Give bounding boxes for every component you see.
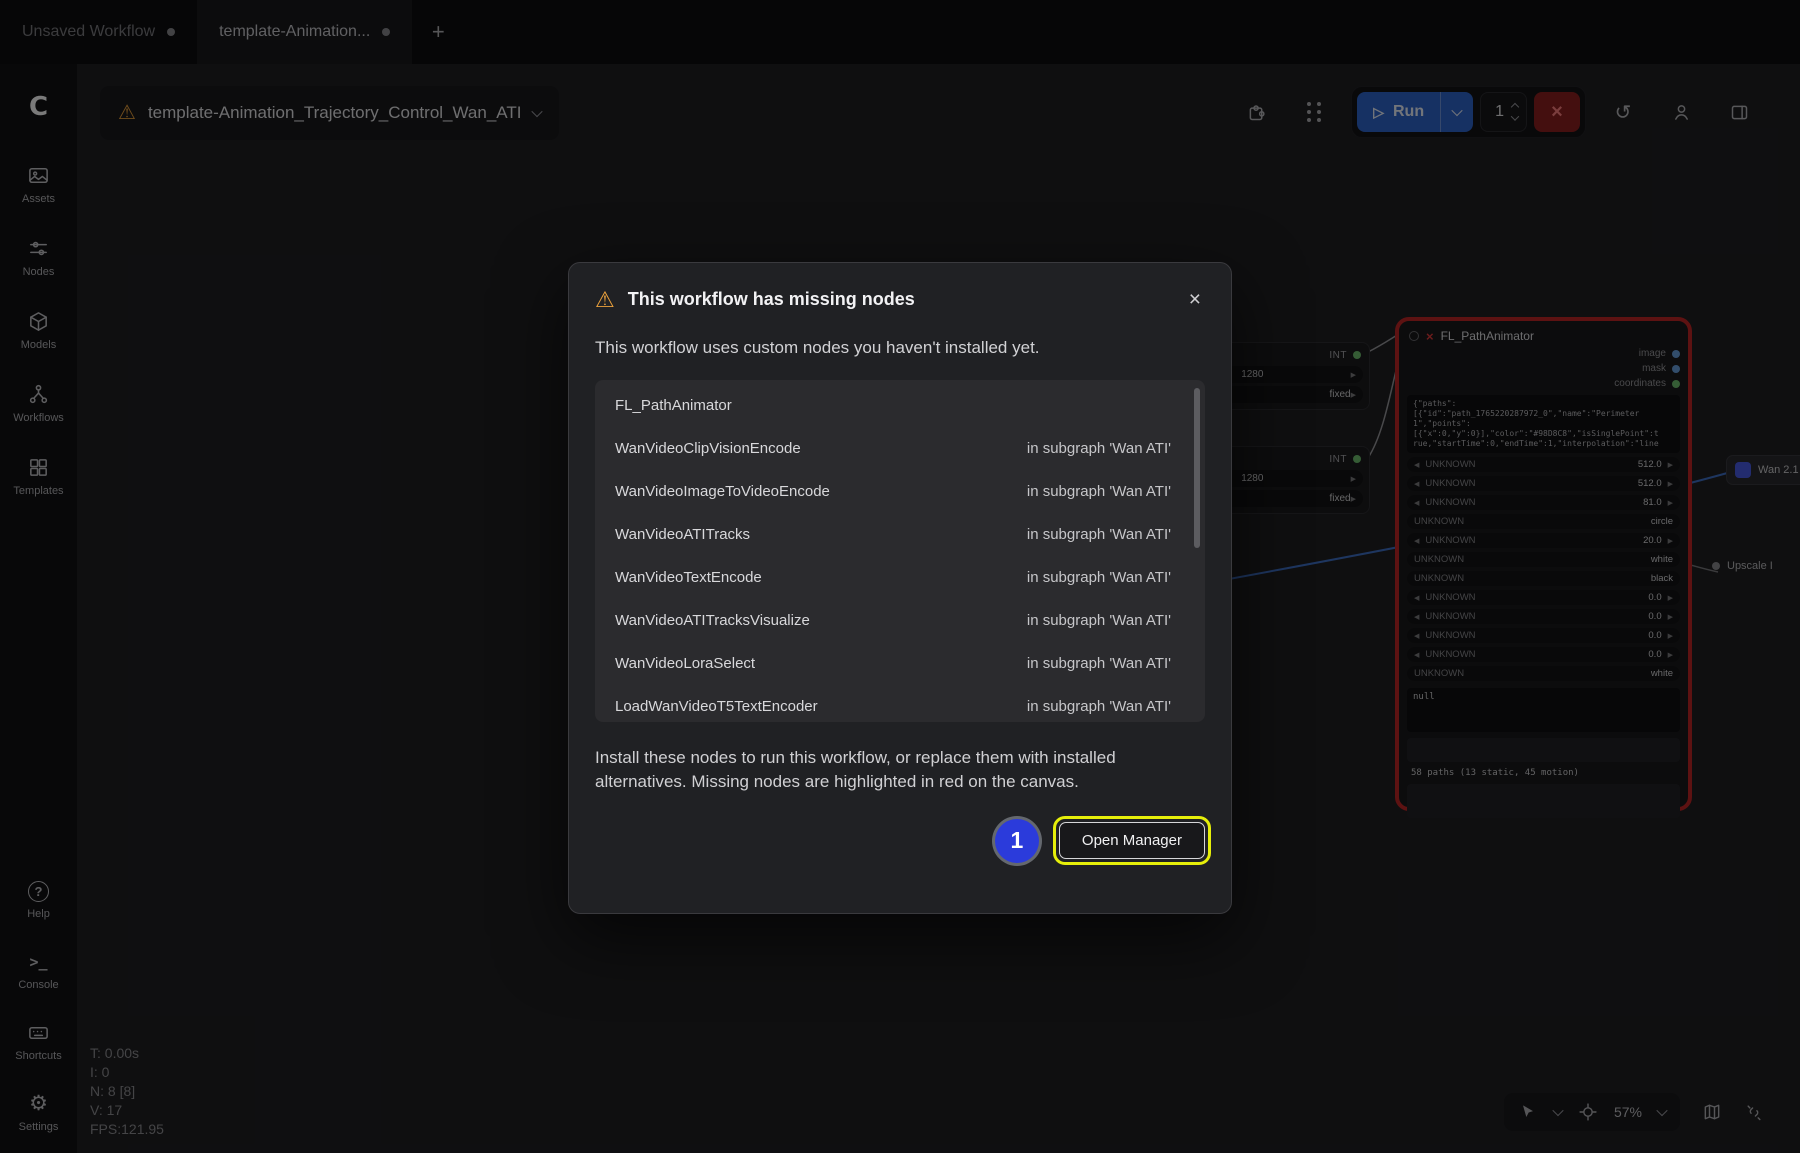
dialog-description: This workflow uses custom nodes you have… (595, 338, 1205, 358)
missing-node-location: in subgraph 'Wan ATI' (1027, 612, 1171, 629)
missing-node-row: WanVideoImageToVideoEncode in subgraph '… (595, 470, 1205, 513)
missing-node-location: in subgraph 'Wan ATI' (1027, 440, 1171, 457)
missing-node-row: LoadWanVideoT5TextEncoder in subgraph 'W… (595, 685, 1205, 722)
annotation-badge-1: 1 (995, 819, 1039, 863)
missing-node-name: LoadWanVideoT5TextEncoder (615, 698, 1027, 715)
missing-node-name: WanVideoATITracks (615, 526, 1027, 543)
missing-node-row: WanVideoATITracksVisualize in subgraph '… (595, 599, 1205, 642)
missing-nodes-dialog: ⚠ This workflow has missing nodes × This… (568, 262, 1232, 914)
missing-node-location: in subgraph 'Wan ATI' (1027, 483, 1171, 500)
missing-node-row: WanVideoClipVisionEncode in subgraph 'Wa… (595, 427, 1205, 470)
missing-node-row: FL_PathAnimator (595, 384, 1205, 427)
warning-icon: ⚠ (595, 289, 615, 311)
missing-node-location: in subgraph 'Wan ATI' (1027, 526, 1171, 543)
missing-node-name: WanVideoLoraSelect (615, 655, 1027, 672)
missing-node-name: WanVideoTextEncode (615, 569, 1027, 586)
missing-node-name: WanVideoImageToVideoEncode (615, 483, 1027, 500)
missing-node-location: in subgraph 'Wan ATI' (1027, 698, 1171, 715)
missing-node-row: WanVideoLoraSelect in subgraph 'Wan ATI' (595, 642, 1205, 685)
dialog-footer-text: Install these nodes to run this workflow… (595, 746, 1205, 794)
missing-node-row: WanVideoATITracks in subgraph 'Wan ATI' (595, 513, 1205, 556)
missing-node-name: WanVideoClipVisionEncode (615, 440, 1027, 457)
missing-node-location: in subgraph 'Wan ATI' (1027, 569, 1171, 586)
dialog-title: This workflow has missing nodes (628, 289, 1172, 310)
missing-node-location: in subgraph 'Wan ATI' (1027, 655, 1171, 672)
missing-nodes-list[interactable]: FL_PathAnimator WanVideoClipVisionEncode… (595, 380, 1205, 722)
missing-node-name: WanVideoATITracksVisualize (615, 612, 1027, 629)
missing-node-row: WanVideoTextEncode in subgraph 'Wan ATI' (595, 556, 1205, 599)
close-dialog-button[interactable]: × (1185, 287, 1205, 312)
missing-node-name: FL_PathAnimator (615, 397, 1171, 414)
list-scrollbar[interactable] (1194, 388, 1200, 548)
open-manager-button[interactable]: Open Manager (1059, 822, 1205, 859)
